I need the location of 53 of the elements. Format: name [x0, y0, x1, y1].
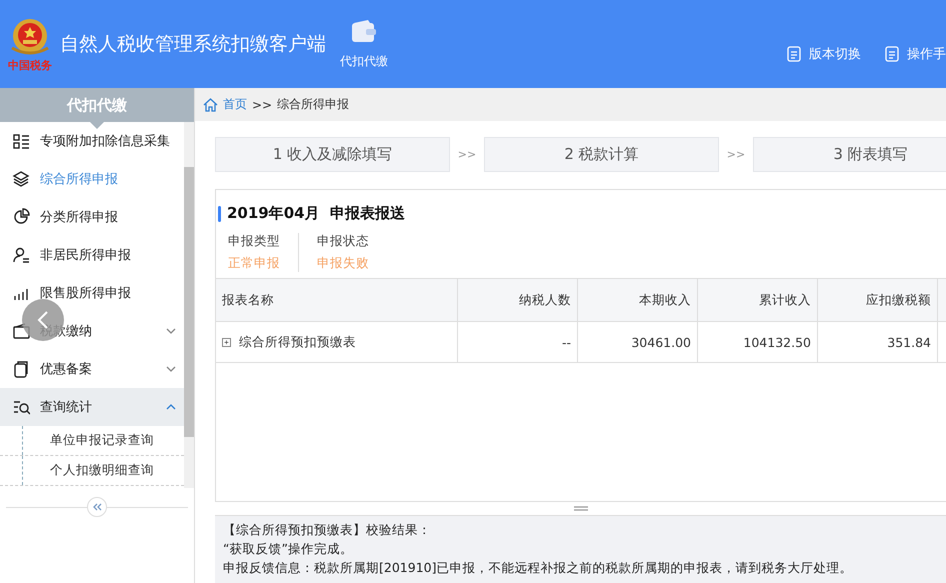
list-icon: [12, 132, 30, 150]
layers-icon: [12, 170, 30, 188]
document-icon: [12, 360, 30, 378]
step-tab[interactable]: 3 附表填写: [753, 137, 946, 172]
scrollbar[interactable]: [184, 122, 194, 488]
table-cell: 351.84: [818, 322, 938, 363]
menu-item[interactable]: 非居民所得申报: [0, 236, 184, 274]
breadcrumb-current: 综合所得申报: [277, 96, 350, 113]
expand-button[interactable]: +: [222, 338, 231, 346]
home-link[interactable]: 首页: [223, 96, 247, 113]
menu-item[interactable]: 综合所得申报: [0, 160, 184, 198]
message-line: 申报反馈信息：税款所属期[201910]已申报，不能远程补报之前的税款所属期的申报表，请到税务大厅处理。: [223, 560, 854, 577]
breadcrumb-separator: >>: [252, 98, 272, 112]
info-value: 申报失败: [317, 255, 369, 272]
home-icon: [203, 98, 218, 112]
message-line: “获取反馈”操作完成。: [223, 541, 354, 558]
menu-item[interactable]: 优惠备案: [0, 350, 184, 388]
step-tab[interactable]: 2 税款计算: [484, 137, 719, 172]
chevron-icon: [166, 404, 176, 410]
document-icon: [885, 46, 899, 62]
wallet-icon: [351, 18, 377, 42]
splitter-handle-icon[interactable]: [574, 506, 588, 512]
chevron-icon: [166, 366, 176, 372]
chevron-icon: [166, 328, 176, 334]
sidebar-title: 代扣代缴: [67, 96, 127, 114]
column-header: 应扣缴税额: [818, 278, 938, 322]
step-separator: >>: [456, 148, 478, 161]
step-separator: >>: [726, 148, 746, 161]
document-icon: [787, 46, 801, 62]
column-header: 报表名称: [216, 278, 458, 322]
column-header: 本期收入: [578, 278, 698, 322]
double-chevron-icon: [92, 503, 102, 511]
report-title: 2019年04月 申报表报送: [227, 204, 406, 223]
message-line: 【综合所得预扣预缴表】校验结果：: [223, 522, 432, 539]
table-cell: 104132.50: [698, 322, 818, 363]
info-label: 申报状态: [317, 233, 369, 250]
step-tab[interactable]: 1 收入及减除填写: [215, 137, 450, 172]
menu-item[interactable]: 查询统计: [0, 388, 184, 426]
column-header: 纳税人数: [458, 278, 578, 322]
table-cell: 综合所得预扣预缴表: [239, 334, 356, 350]
menu-item[interactable]: 专项附加扣除信息采集: [0, 122, 184, 160]
table-cell: 30461.00: [578, 322, 698, 363]
menu-item[interactable]: 分类所得申报: [0, 198, 184, 236]
pie-chart-icon: [12, 208, 30, 226]
column-header: 累计收入: [698, 278, 818, 322]
app-title: 自然人税收管理系统扣缴客户端: [60, 32, 326, 57]
info-label: 申报类型: [228, 233, 280, 250]
info-value: 正常申报: [228, 255, 280, 272]
table-cell: --: [458, 322, 578, 363]
collapse-button[interactable]: [87, 497, 107, 517]
logo-text: 中国税务: [8, 58, 52, 72]
menu-item[interactable]: 限售股所得申报: [0, 274, 184, 312]
user-icon: [12, 246, 30, 264]
